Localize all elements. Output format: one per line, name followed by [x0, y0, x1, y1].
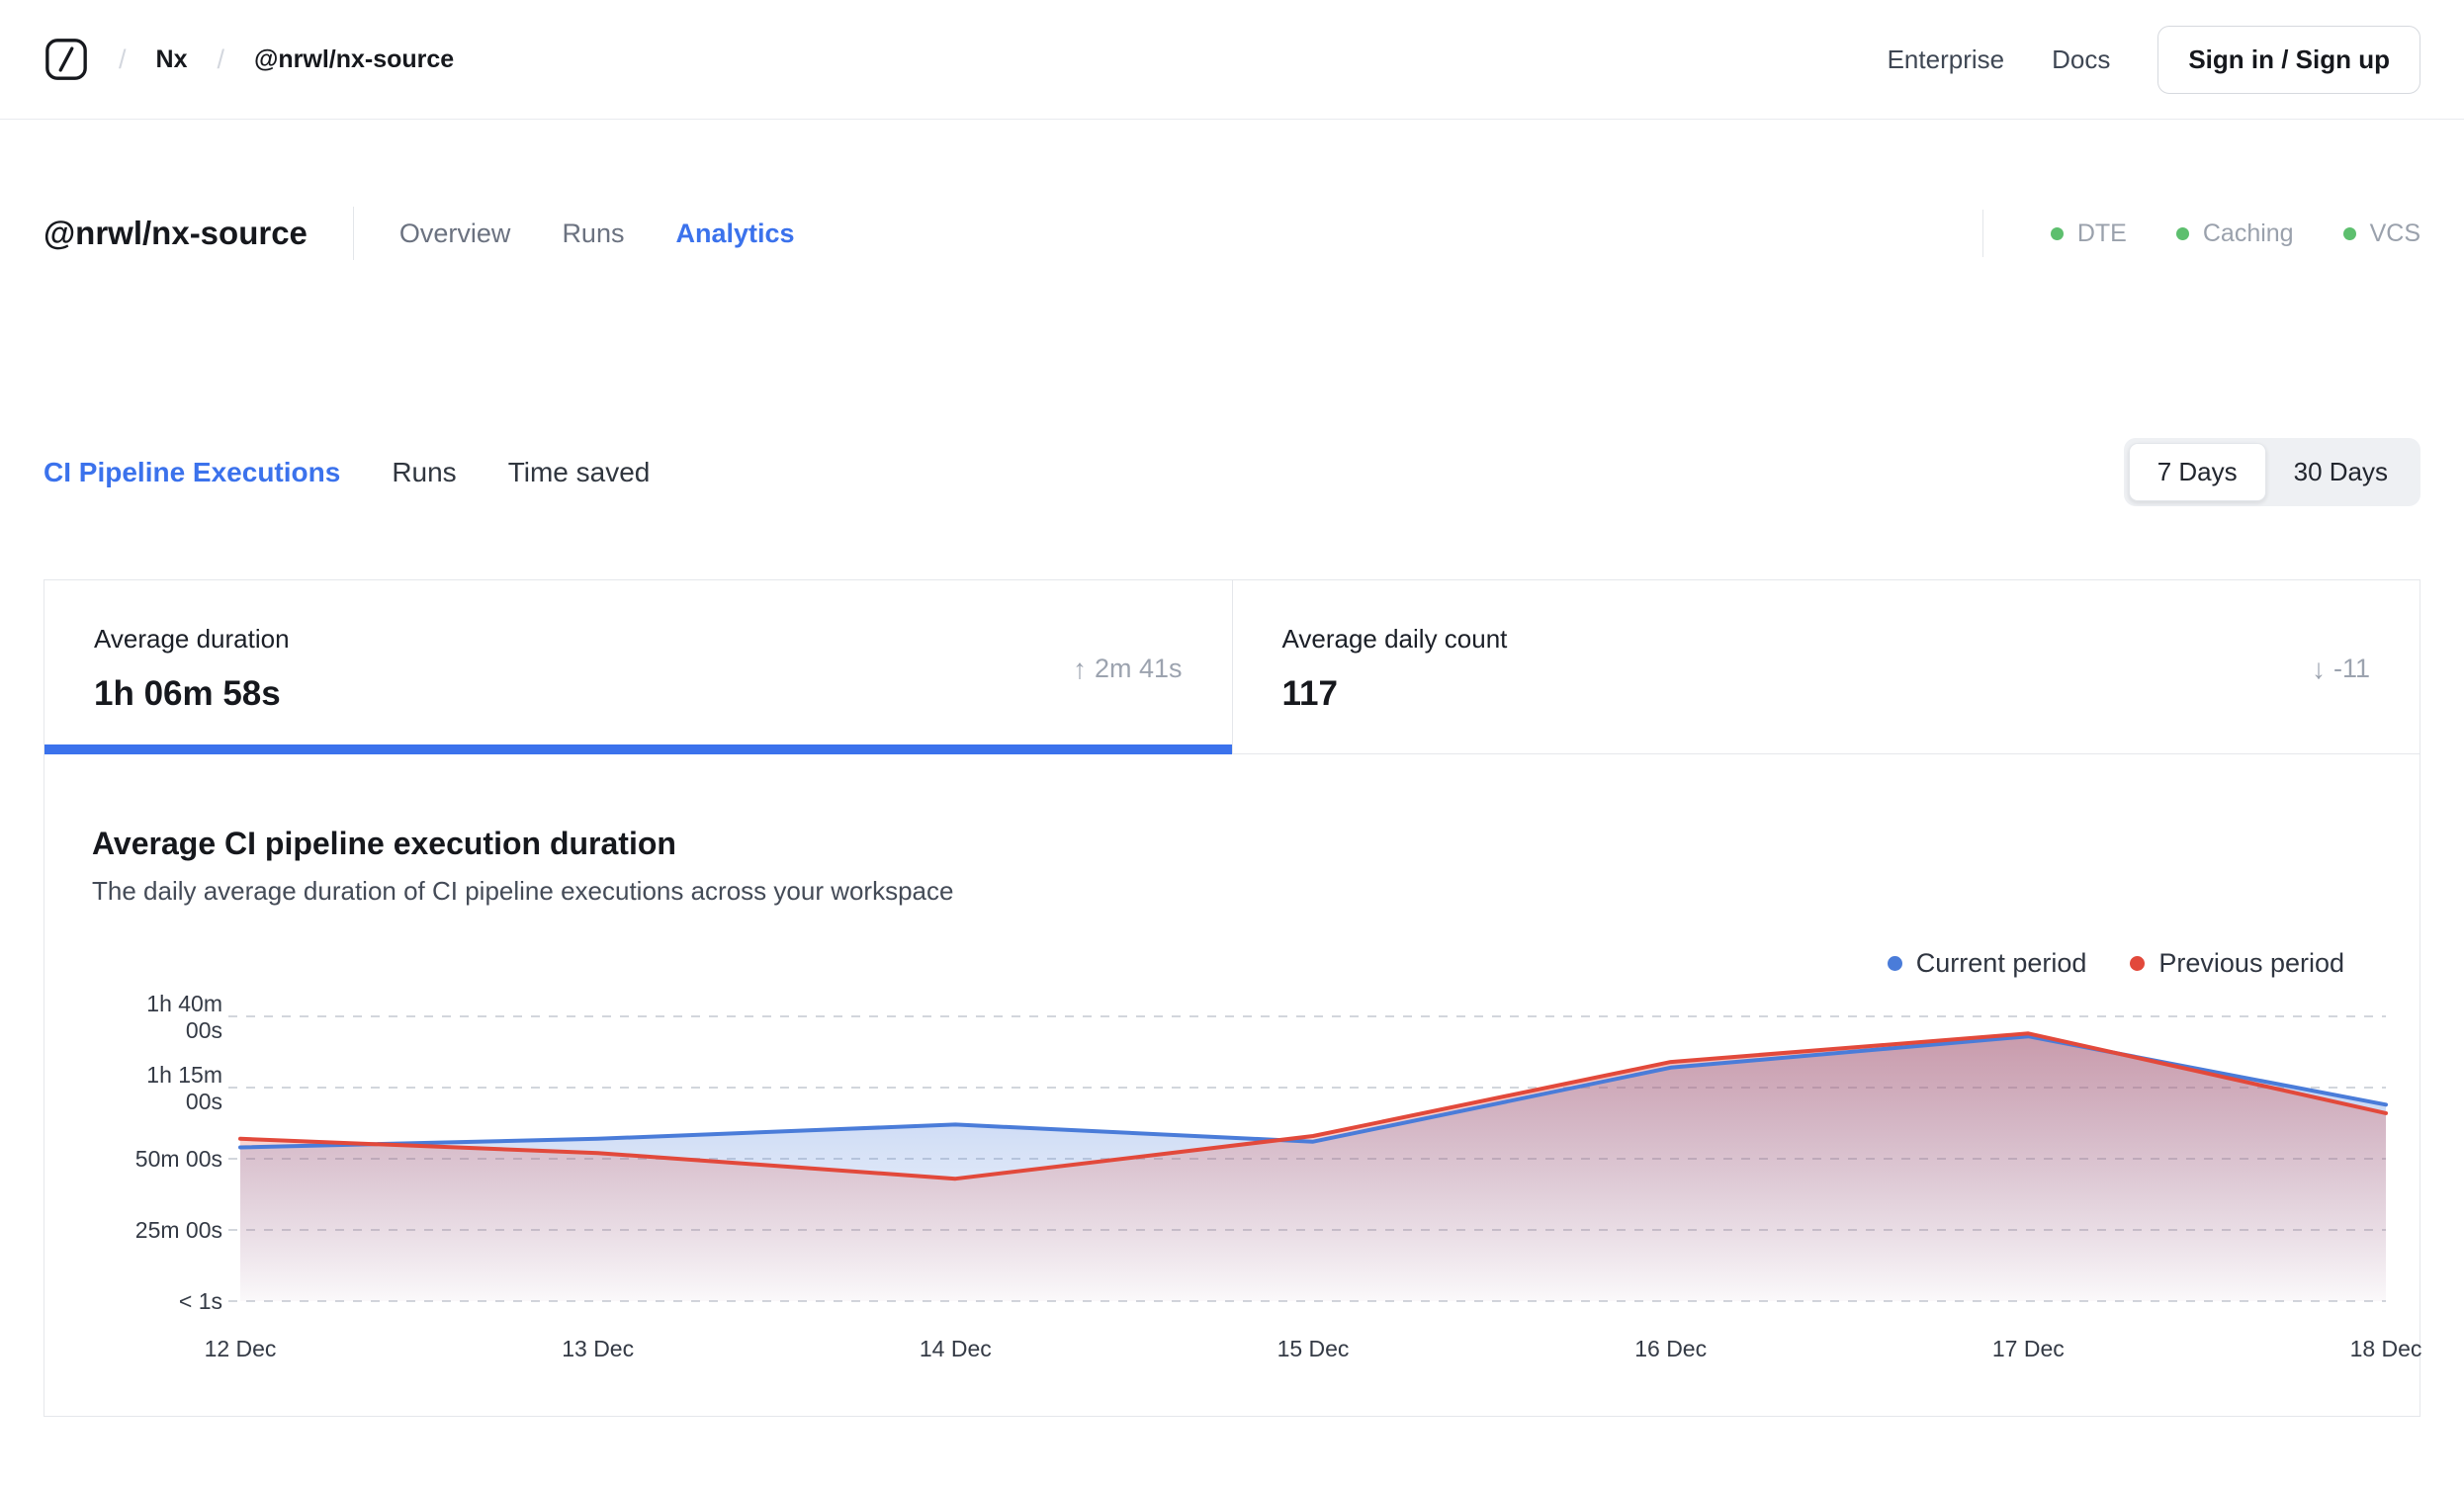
svg-text:18 Dec: 18 Dec	[2350, 1336, 2422, 1361]
breadcrumb-separator: /	[119, 44, 127, 74]
tab-analytics[interactable]: Analytics	[675, 219, 794, 249]
svg-text:50m 00s: 50m 00s	[135, 1146, 222, 1172]
green-dot-icon	[2050, 226, 2064, 240]
workspace-tabs: Overview Runs Analytics	[399, 219, 795, 249]
navbar-right: Enterprise Docs Sign in / Sign up	[1888, 25, 2420, 94]
stat-label: Average daily count	[1281, 624, 1508, 654]
analytics-card: Average duration 1h 06m 58s ↑ 2m 41s Ave…	[44, 579, 2422, 1417]
analytics-tab-list: CI Pipeline Executions Runs Time saved	[44, 457, 650, 488]
legend-label: Previous period	[2158, 948, 2344, 978]
legend-current-period[interactable]: Current period	[1887, 948, 2087, 979]
tab-ci-pipeline-executions[interactable]: CI Pipeline Executions	[44, 457, 340, 488]
svg-text:< 1s: < 1s	[179, 1288, 222, 1314]
blue-dot-icon	[1887, 956, 1902, 971]
stat-value: 1h 06m 58s	[94, 674, 281, 713]
tab-runs-analytics[interactable]: Runs	[392, 457, 456, 488]
range-30-days[interactable]: 30 Days	[2266, 444, 2416, 500]
chart-legend: Current period Previous period	[92, 948, 2370, 979]
chart-subtitle: The daily average duration of CI pipelin…	[92, 876, 954, 906]
stat-average-daily-count[interactable]: Average daily count 117 ↓ -11	[1231, 580, 2420, 753]
title-divider	[352, 207, 354, 260]
workspace-status-badges: DTE Caching VCS	[1981, 210, 2420, 257]
arrow-down-icon: ↓	[2311, 653, 2326, 684]
svg-text:14 Dec: 14 Dec	[920, 1336, 992, 1361]
stat-value: 117	[1281, 674, 1338, 713]
svg-text:15 Dec: 15 Dec	[1277, 1336, 1350, 1361]
date-range-toggle: 7 Days 30 Days	[2123, 438, 2420, 506]
tab-runs[interactable]: Runs	[562, 219, 624, 249]
status-badge-dte: DTE	[2050, 219, 2127, 248]
svg-text:16 Dec: 16 Dec	[1634, 1336, 1707, 1361]
breadcrumb-repo[interactable]: @nrwl/nx-source	[254, 45, 454, 74]
svg-text:12 Dec: 12 Dec	[205, 1336, 277, 1361]
tab-time-saved[interactable]: Time saved	[508, 457, 651, 488]
docs-link[interactable]: Docs	[2052, 44, 2110, 75]
status-badge-caching: Caching	[2175, 219, 2294, 248]
nx-cloud-logo-icon[interactable]	[44, 37, 89, 82]
svg-text:13 Dec: 13 Dec	[562, 1336, 634, 1361]
breadcrumb-separator: /	[217, 44, 224, 74]
sign-in-button[interactable]: Sign in / Sign up	[2157, 25, 2420, 94]
stat-delta: ↓ -11	[2312, 654, 2370, 685]
top-navbar: / Nx / @nrwl/nx-source Enterprise Docs S…	[0, 0, 2464, 120]
stat-average-duration[interactable]: Average duration 1h 06m 58s ↑ 2m 41s	[44, 580, 1232, 754]
workspace-header: @nrwl/nx-source Overview Runs Analytics …	[0, 207, 2464, 260]
svg-text:25m 00s: 25m 00s	[135, 1217, 222, 1243]
green-dot-icon	[2342, 226, 2356, 240]
status-badge-vcs: VCS	[2342, 219, 2420, 248]
duration-line-chart: 1h 40m 00s 1h 15m 00s 50m 00s 25m 00s < 1s 12 D…	[135, 991, 2422, 1361]
chart-title: Average CI pipeline execution duration	[92, 826, 676, 861]
status-badge-label: VCS	[2369, 219, 2420, 247]
green-dot-icon	[2175, 226, 2189, 240]
stat-delta: ↑ 2m 41s	[1073, 654, 1183, 685]
breadcrumb: / Nx / @nrwl/nx-source	[44, 37, 454, 82]
page-title: @nrwl/nx-source	[44, 215, 308, 251]
svg-text:1h 40m00s: 1h 40m 00s	[146, 991, 222, 1043]
stat-delta-value: 2m 41s	[1094, 654, 1183, 683]
svg-text:17 Dec: 17 Dec	[1992, 1336, 2065, 1361]
stat-delta-value: -11	[2332, 654, 2370, 683]
status-badge-label: DTE	[2076, 219, 2127, 247]
badge-divider	[1981, 210, 1983, 257]
stat-row: Average duration 1h 06m 58s ↑ 2m 41s Ave…	[44, 580, 2420, 754]
legend-label: Current period	[1915, 948, 2087, 978]
enterprise-link[interactable]: Enterprise	[1888, 44, 2005, 75]
range-7-days[interactable]: 7 Days	[2128, 443, 2266, 501]
svg-text:1h 15m00s: 1h 15m 00s	[146, 1062, 222, 1114]
analytics-section-tabs: CI Pipeline Executions Runs Time saved 7…	[0, 438, 2464, 506]
red-dot-icon	[2130, 956, 2146, 971]
tab-overview[interactable]: Overview	[399, 219, 511, 249]
status-badge-label: Caching	[2202, 219, 2294, 247]
stat-label: Average duration	[94, 624, 290, 654]
legend-previous-period[interactable]: Previous period	[2130, 948, 2344, 979]
breadcrumb-org[interactable]: Nx	[156, 45, 188, 74]
arrow-up-icon: ↑	[1072, 653, 1087, 684]
chart-panel: Average CI pipeline execution duration T…	[44, 754, 2422, 1416]
